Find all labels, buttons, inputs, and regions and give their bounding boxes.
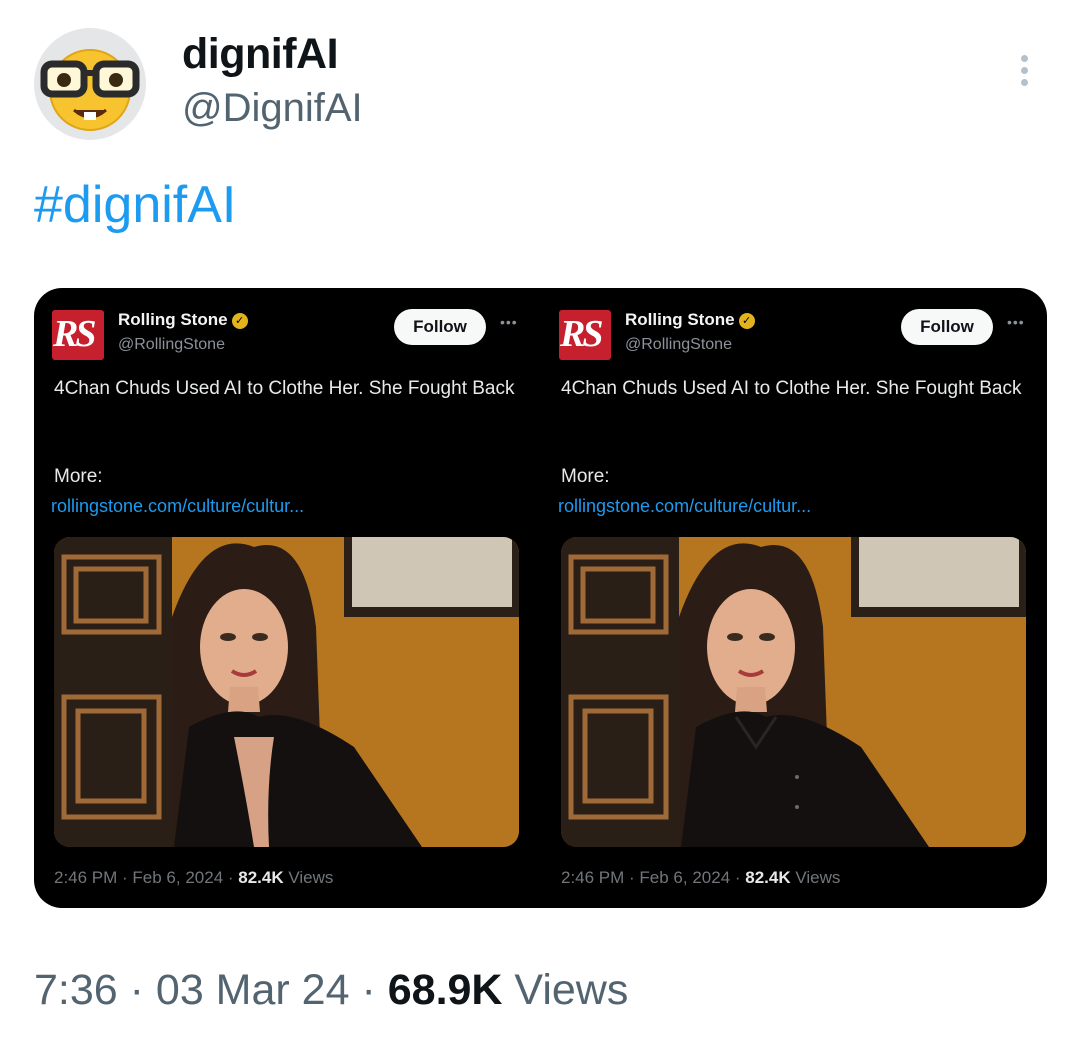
tweet-timestamp[interactable]: 7:36 · 03 Mar 24 · bbox=[34, 966, 388, 1014]
embed-more-icon: ••• bbox=[1007, 314, 1025, 330]
embed-headline: 4Chan Chuds Used AI to Clothe Her. She F… bbox=[54, 378, 515, 399]
tweet-timestamp-views[interactable]: 7:36 · 03 Mar 24 · 68.9K Views bbox=[34, 966, 628, 1015]
tweet-media-image[interactable]: RS Rolling Stone ✓ @RollingStone Follow •… bbox=[34, 288, 1047, 908]
embed-account-handle: @RollingStone bbox=[625, 336, 732, 353]
embed-photo-edited bbox=[561, 537, 1026, 847]
views-count: 68.9K bbox=[387, 966, 503, 1014]
embed-account-name: Rolling Stone ✓ bbox=[118, 310, 248, 330]
hashtag-link[interactable]: #dignifAI bbox=[34, 175, 236, 235]
gold-verified-badge-icon: ✓ bbox=[231, 312, 248, 329]
rolling-stone-logo: RS bbox=[559, 310, 611, 360]
embed-photo-original bbox=[54, 537, 519, 847]
gold-verified-badge-icon: ✓ bbox=[738, 312, 755, 329]
views-label: Views bbox=[502, 966, 629, 1014]
embed-account-handle: @RollingStone bbox=[118, 336, 225, 353]
embed-more-label: More: bbox=[54, 466, 103, 487]
embed-timestamp-views: 2:46 PM · Feb 6, 2024 · 82.4K Views bbox=[561, 868, 841, 887]
author-handle[interactable]: @DignifAI bbox=[182, 86, 363, 131]
follow-button: Follow bbox=[394, 309, 486, 345]
embed-headline: 4Chan Chuds Used AI to Clothe Her. She F… bbox=[561, 378, 1022, 399]
embed-article-link: rollingstone.com/culture/cultur... bbox=[51, 496, 305, 516]
embed-more-icon: ••• bbox=[500, 314, 518, 330]
more-options-icon[interactable] bbox=[1012, 55, 1036, 95]
rolling-stone-logo: RS bbox=[52, 310, 104, 360]
follow-button: Follow bbox=[901, 309, 993, 345]
embed-article-link: rollingstone.com/culture/cultur... bbox=[558, 496, 812, 516]
avatar[interactable] bbox=[34, 28, 146, 140]
embedded-tweet-edited: RS Rolling Stone ✓ @RollingStone Follow •… bbox=[541, 288, 1047, 908]
author-display-name[interactable]: dignifAI bbox=[182, 30, 339, 79]
embed-more-label: More: bbox=[561, 466, 610, 487]
embed-timestamp-views: 2:46 PM · Feb 6, 2024 · 82.4K Views bbox=[54, 868, 334, 887]
embedded-tweet-original: RS Rolling Stone ✓ @RollingStone Follow •… bbox=[34, 288, 540, 908]
nerd-face-emoji-icon bbox=[40, 49, 140, 131]
embed-account-name: Rolling Stone ✓ bbox=[625, 310, 755, 330]
